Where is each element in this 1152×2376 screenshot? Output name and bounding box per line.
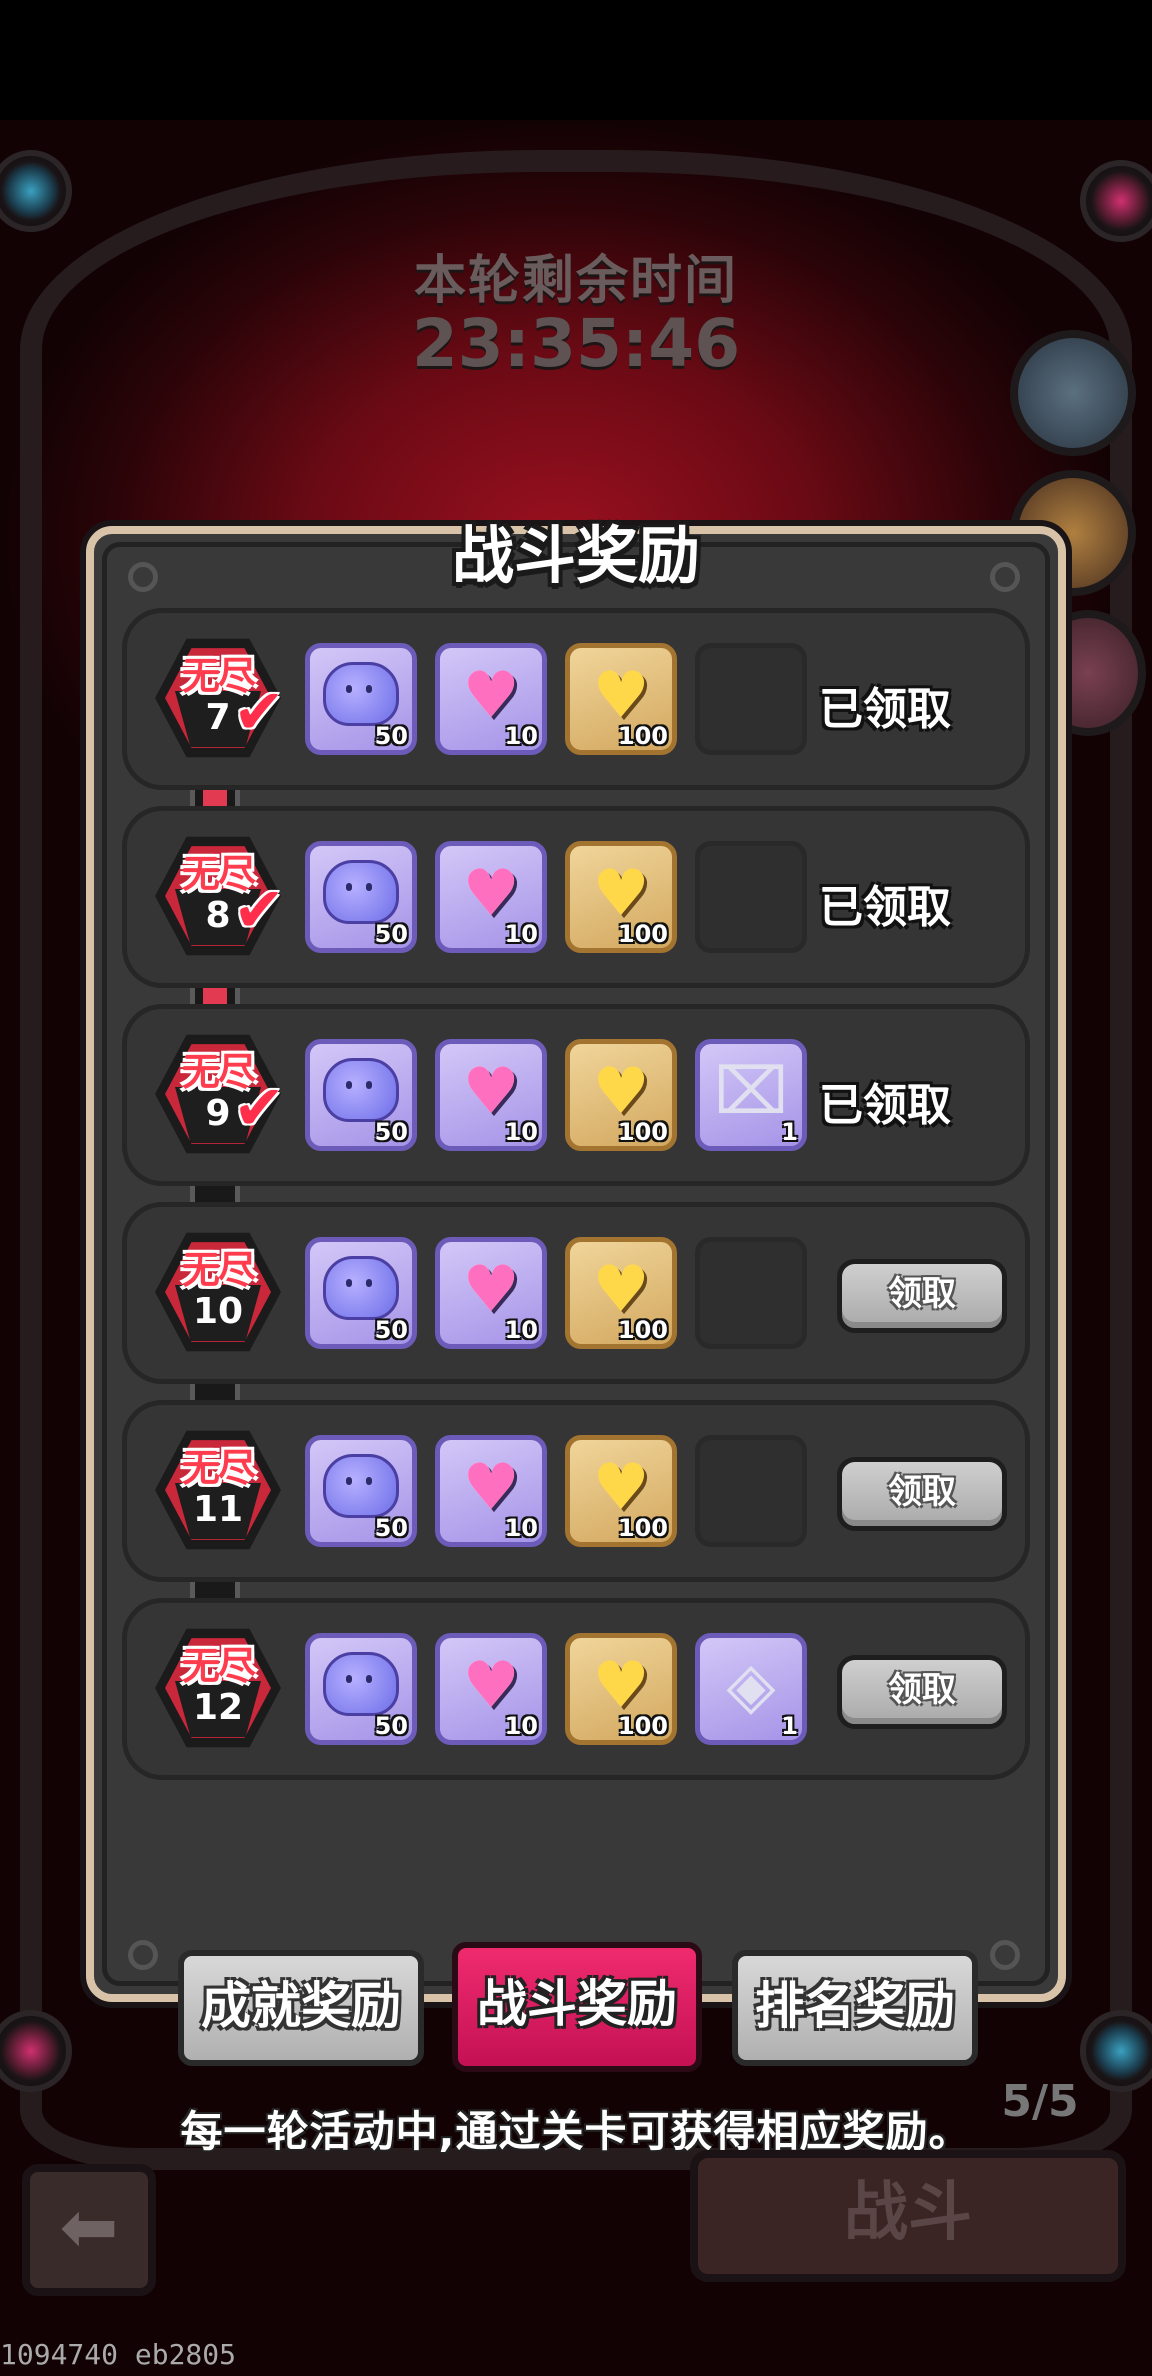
endless-level-badge: 无尽 8 ✔ — [155, 833, 285, 959]
reward-item[interactable]: ♥ 10 — [435, 1039, 547, 1151]
reward-row: 无尽 9 ✔ 50 ♥ 10 ♥ 100 ⌧ 1 已领取 — [122, 1004, 1030, 1186]
reward-item[interactable]: ◈ 1 — [695, 1633, 807, 1745]
reward-row: 无尽 7 ✔ 50 ♥ 10 ♥ 100 已领取 — [122, 608, 1030, 790]
reward-item[interactable]: ♥ 10 — [435, 1237, 547, 1349]
item-count: 10 — [504, 1712, 538, 1740]
back-arrow-icon: ⬅ — [59, 2186, 119, 2268]
slime-icon — [323, 662, 399, 726]
reward-item[interactable]: ♥ 100 — [565, 643, 677, 755]
build-id: 1094740 eb2805 — [0, 2338, 237, 2371]
item-count: 100 — [617, 1118, 668, 1146]
reward-row: 无尽 11 50 ♥ 10 ♥ 100 领取 — [122, 1400, 1030, 1582]
badge-level: 11 — [192, 1489, 244, 1530]
claim-button-label: 领取 — [888, 1274, 956, 1314]
item-count: 50 — [374, 1316, 408, 1344]
endless-level-badge: 无尽 12 — [155, 1625, 281, 1751]
round-time-countdown: 23:35:46 — [411, 305, 741, 382]
claim-button-label: 领取 — [888, 1670, 956, 1710]
item-count: 100 — [617, 1712, 668, 1740]
slime-icon — [323, 1256, 399, 1320]
item-count: 100 — [617, 722, 668, 750]
checkmark-icon: ✔ — [233, 675, 285, 748]
reward-row: 无尽 8 ✔ 50 ♥ 10 ♥ 100 已领取 — [122, 806, 1030, 988]
slime-icon — [323, 1058, 399, 1122]
empty-reward-slot — [695, 1237, 807, 1349]
claimed-status: 已领取 — [819, 1080, 951, 1131]
reward-item[interactable]: ♥ 100 — [565, 1039, 677, 1151]
endless-level-badge: 无尽 9 ✔ — [155, 1031, 285, 1157]
corner-lamp-icon — [1080, 160, 1152, 242]
checkmark-icon: ✔ — [233, 873, 285, 946]
battle-button[interactable]: 战斗 — [690, 2150, 1126, 2282]
claim-button[interactable]: 领取 — [837, 1457, 1007, 1531]
reward-item[interactable]: ♥ 10 — [435, 1633, 547, 1745]
empty-reward-slot — [695, 643, 807, 755]
back-button[interactable]: ⬅ — [22, 2164, 156, 2296]
item-count: 100 — [617, 1316, 668, 1344]
reward-item[interactable]: ♥ 100 — [565, 1633, 677, 1745]
gear-icon — [128, 1940, 158, 1970]
badge-label: 无尽 — [181, 1644, 256, 1688]
reward-item[interactable]: 50 — [305, 1633, 417, 1745]
endless-level-badge: 无尽 11 — [155, 1427, 281, 1553]
item-count: 100 — [617, 920, 668, 948]
item-count: 10 — [504, 1514, 538, 1542]
reward-item[interactable]: ♥ 100 — [565, 1435, 677, 1547]
claim-button[interactable]: 领取 — [837, 1259, 1007, 1333]
badge-label: 无尽 — [181, 1248, 256, 1292]
reward-item[interactable]: ⌧ 1 — [695, 1039, 807, 1151]
item-count: 10 — [504, 1316, 538, 1344]
reward-item[interactable]: ♥ 100 — [565, 1237, 677, 1349]
reward-item[interactable]: 50 — [305, 643, 417, 755]
claimed-status: 已领取 — [819, 684, 951, 735]
empty-reward-slot — [695, 841, 807, 953]
checkmark-icon: ✔ — [233, 1071, 285, 1144]
badge-level: 10 — [192, 1291, 244, 1332]
item-count: 10 — [504, 920, 538, 948]
item-count: 50 — [374, 1118, 408, 1146]
reward-item[interactable]: 50 — [305, 1435, 417, 1547]
gear-icon — [990, 1940, 1020, 1970]
reward-item[interactable]: 50 — [305, 841, 417, 953]
reward-item[interactable]: ♥ 10 — [435, 1435, 547, 1547]
reward-item[interactable]: ♥ 10 — [435, 643, 547, 755]
item-count: 50 — [374, 920, 408, 948]
item-count: 10 — [504, 1118, 538, 1146]
tab-achievement-rewards[interactable]: 成就奖励 — [178, 1950, 424, 2066]
endless-level-badge: 无尽 10 — [155, 1229, 281, 1355]
item-count: 50 — [374, 1712, 408, 1740]
empty-reward-slot — [695, 1435, 807, 1547]
item-count: 10 — [504, 722, 538, 750]
slime-icon — [323, 860, 399, 924]
claimed-status: 已领取 — [819, 882, 951, 933]
reward-item[interactable]: ♥ 100 — [565, 841, 677, 953]
tab-ranking-rewards[interactable]: 排名奖励 — [732, 1950, 978, 2066]
badge-level: 12 — [192, 1687, 244, 1728]
slime-icon — [323, 1652, 399, 1716]
item-count: 1 — [781, 1712, 798, 1740]
slime-icon — [323, 1454, 399, 1518]
badge-label: 无尽 — [181, 1446, 256, 1490]
tab-battle-rewards[interactable]: 战斗奖励 — [452, 1942, 702, 2072]
claim-button[interactable]: 领取 — [837, 1655, 1007, 1729]
podium-icon[interactable] — [1010, 330, 1136, 456]
reward-item[interactable]: 50 — [305, 1237, 417, 1349]
round-time-label: 本轮剩余时间 — [413, 251, 738, 311]
item-count: 50 — [374, 722, 408, 750]
reward-row: 无尽 12 50 ♥ 10 ♥ 100 ◈ 1 领取 — [122, 1598, 1030, 1780]
claim-button-label: 领取 — [888, 1472, 956, 1512]
reward-item[interactable]: ♥ 10 — [435, 841, 547, 953]
item-count: 50 — [374, 1514, 408, 1542]
panel-title: 战斗奖励 — [451, 519, 700, 592]
reward-row: 无尽 10 50 ♥ 10 ♥ 100 领取 — [122, 1202, 1030, 1384]
page-counter: 5/5 — [1001, 2076, 1079, 2127]
reward-item[interactable]: 50 — [305, 1039, 417, 1151]
endless-level-badge: 无尽 7 ✔ — [155, 635, 285, 761]
item-count: 100 — [617, 1514, 668, 1542]
